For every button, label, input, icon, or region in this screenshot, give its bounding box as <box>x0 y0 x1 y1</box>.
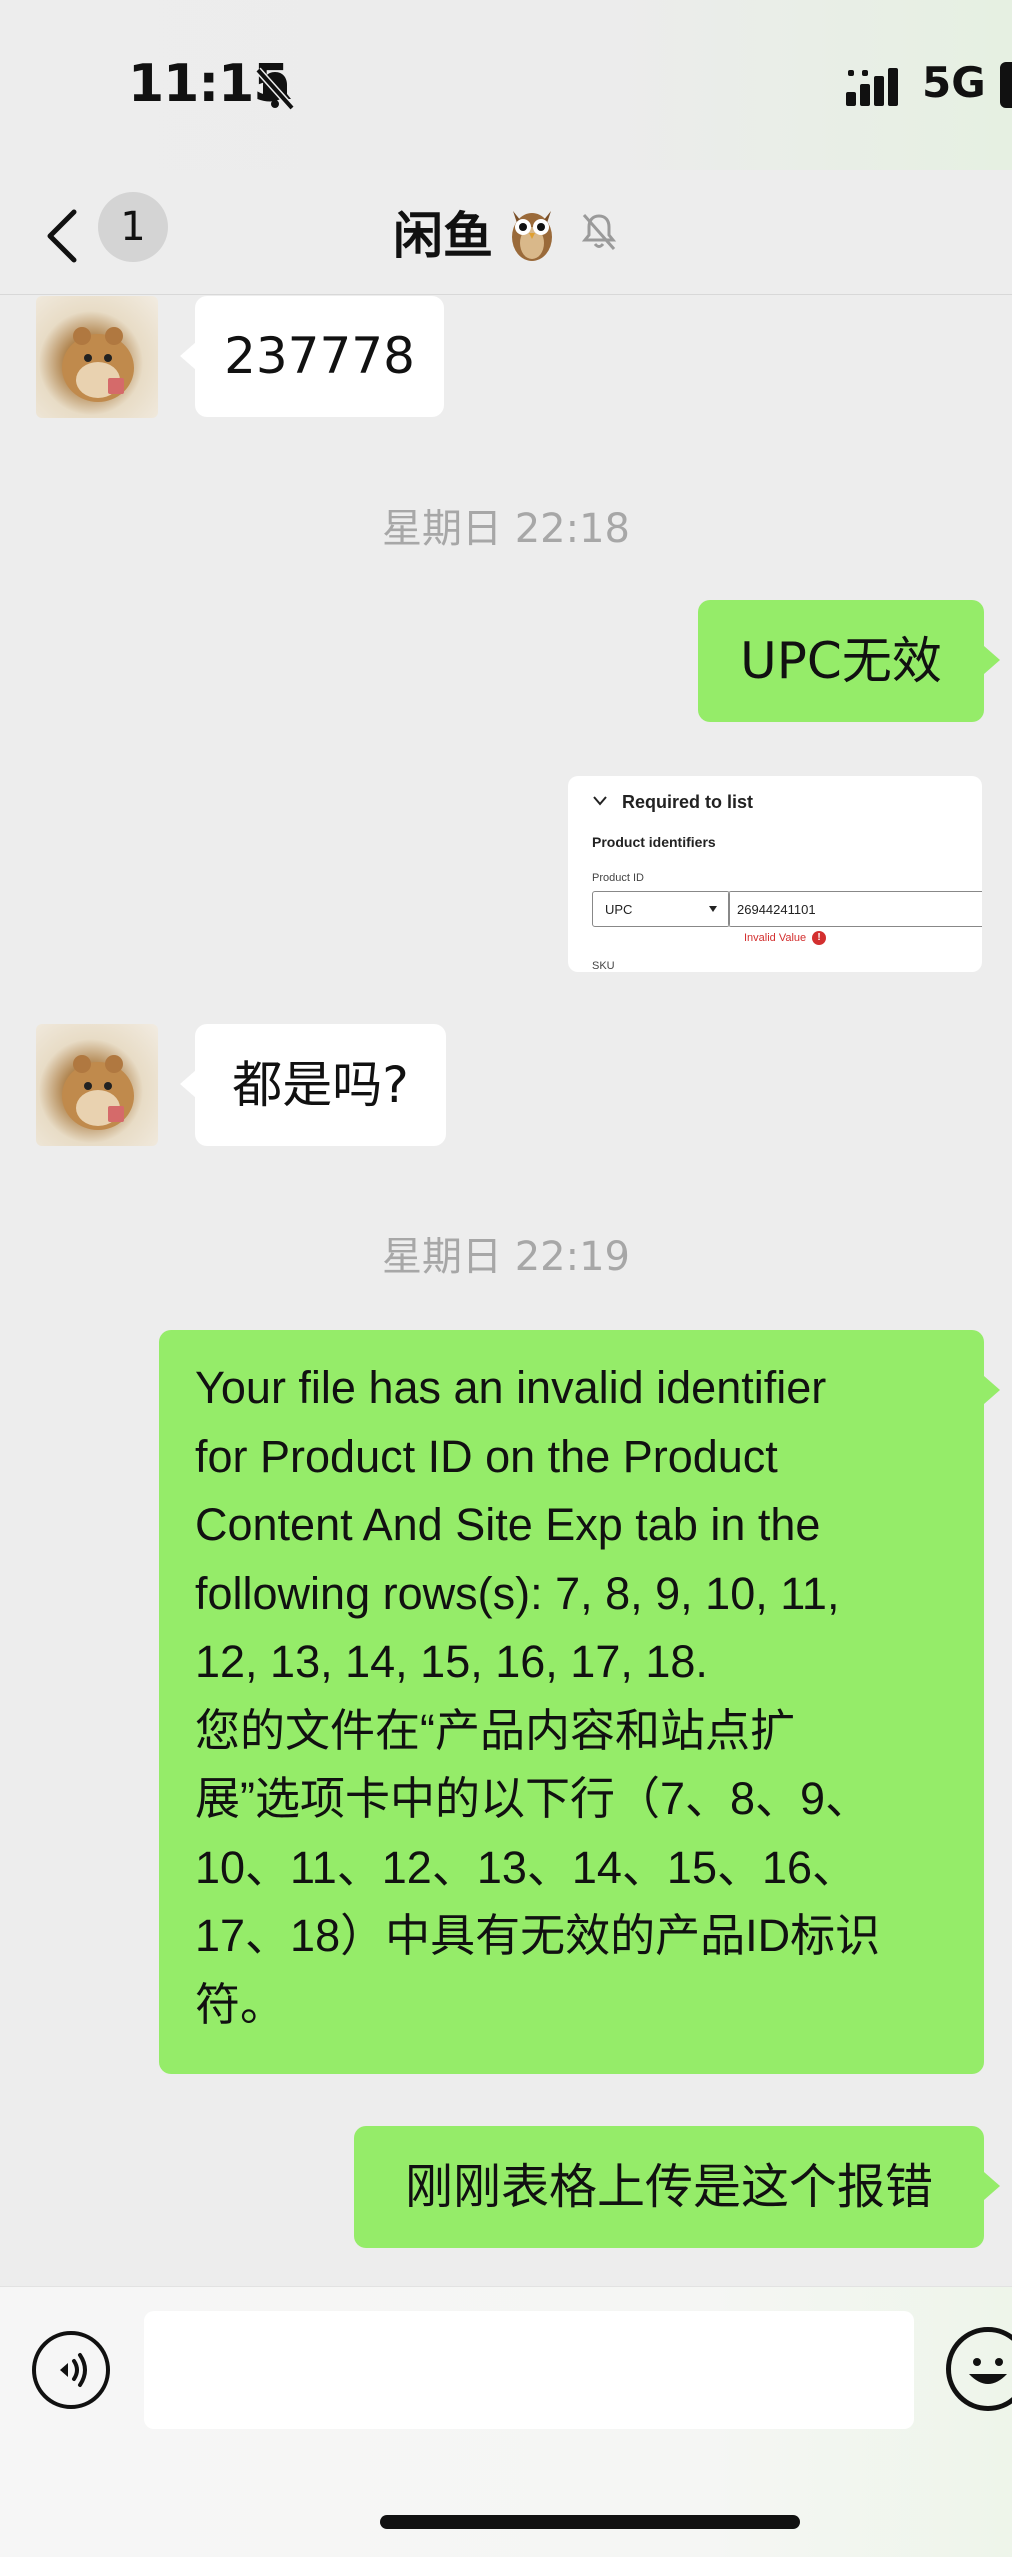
chat-title[interactable]: 闲鱼 <box>393 196 493 268</box>
bubble-tail <box>180 1070 196 1098</box>
image-input-value: 26944241101 <box>737 902 816 917</box>
image-field-label: Product ID <box>592 872 644 884</box>
mute-bell-icon <box>581 214 617 250</box>
error-icon: ! <box>812 931 826 945</box>
timestamp: 星期日 22:18 <box>382 506 630 552</box>
bubble-tail <box>984 646 1000 674</box>
message-input[interactable] <box>144 2311 914 2429</box>
message-line: 您的文件在“产品内容和站点扩 <box>195 1704 795 1756</box>
message-line: 10、11、12、13、14、15、16、 <box>195 1841 858 1893</box>
image-group-title: Product identifiers <box>592 834 716 850</box>
message-bubble-received[interactable]: 都是吗? <box>195 1024 446 1146</box>
chevron-down-icon <box>593 796 607 806</box>
voice-button[interactable] <box>32 2331 110 2409</box>
avatar[interactable] <box>36 1024 158 1146</box>
message-line: Content And Site Exp tab in the <box>195 1499 821 1550</box>
home-indicator <box>380 2515 800 2529</box>
message-line: for Product ID on the Product <box>195 1430 778 1482</box>
image-error-text: Invalid Value <box>744 932 807 944</box>
message-text: UPC无效 <box>740 632 942 690</box>
timestamp: 星期日 22:19 <box>382 1234 630 1280</box>
image-section-title: Required to list <box>622 792 754 812</box>
image-message[interactable]: Required to list Product identifiers Pro… <box>568 776 982 972</box>
status-bar: 11:15 5G <box>0 0 1012 170</box>
smile-icon <box>969 2358 1007 2384</box>
chat-title-row: 闲鱼 <box>0 196 1012 268</box>
message-text: 237778 <box>224 327 415 385</box>
hamster-avatar-icon <box>62 327 134 402</box>
message-bubble-sent[interactable]: Your file has an invalid identifier for … <box>159 1330 984 2074</box>
message-bubble-sent[interactable]: 刚刚表格上传是这个报错 <box>354 2126 984 2248</box>
message-line: Your file has an invalid identifier <box>195 1362 827 1413</box>
message-bubble-received[interactable]: 237778 <box>195 296 444 417</box>
owl-icon <box>512 211 552 261</box>
emoji-button[interactable] <box>946 2327 1012 2411</box>
battery-icon <box>1000 62 1012 108</box>
message-line: 展”选项卡中的以下行（7、8、9、 <box>195 1773 871 1824</box>
message-line: 12, 13, 14, 15, 16, 17, 18. <box>195 1636 708 1687</box>
hamster-avatar-icon <box>62 1055 134 1130</box>
avatar[interactable] <box>36 296 158 418</box>
bubble-tail <box>984 2172 1000 2200</box>
voice-wave-icon <box>60 2353 87 2387</box>
caret-down-icon <box>709 906 717 912</box>
input-bar <box>0 2286 1012 2557</box>
image-sku-label: SKU <box>592 960 615 972</box>
cellular-signal-icon <box>846 68 898 106</box>
image-input: 26944241101 <box>728 891 982 927</box>
bubble-tail <box>984 1376 1000 1404</box>
image-select: UPC <box>592 891 730 927</box>
message-line: 符。 <box>195 1978 286 2030</box>
message-text: 都是吗? <box>232 1056 409 1114</box>
message-bubble-sent[interactable]: UPC无效 <box>698 600 984 722</box>
image-select-value: UPC <box>605 902 633 917</box>
chat-header: 1 闲鱼 <box>0 170 1012 295</box>
network-type: 5G <box>922 58 986 107</box>
message-text: 刚刚表格上传是这个报错 <box>404 2159 933 2215</box>
message-line: following rows(s): 7, 8, 9, 10, 11, <box>195 1567 840 1619</box>
message-line: 17、18）中具有无效的产品ID标识 <box>195 1910 881 1961</box>
bubble-tail <box>180 342 196 370</box>
bell-slash-icon <box>255 67 295 111</box>
